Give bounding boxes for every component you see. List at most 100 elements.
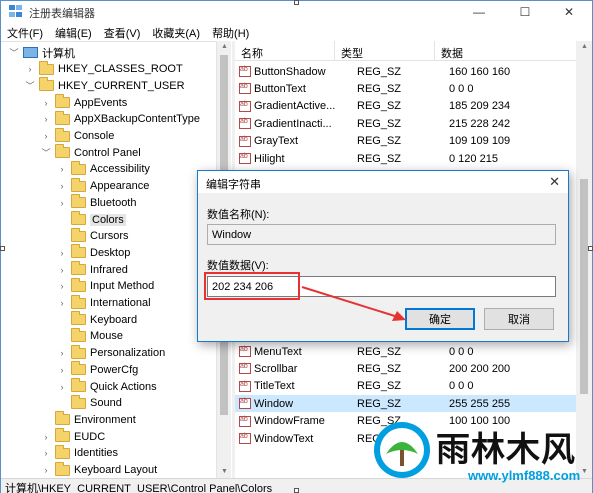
value-name: Scrollbar: [254, 362, 298, 375]
tree-item[interactable]: › PowerCfg: [57, 361, 138, 378]
tree-item[interactable]: › International: [57, 294, 151, 312]
scroll-down-arrow-icon[interactable]: ▼: [217, 466, 232, 478]
tree-item[interactable]: › HKEY_CLASSES_ROOT: [25, 60, 183, 78]
maximize-button[interactable]: ☐: [502, 1, 548, 23]
chevron-right-icon[interactable]: ›: [57, 198, 67, 208]
value-row[interactable]: Scrollbar REG_SZ 200 200 200: [235, 360, 576, 377]
chevron-right-icon[interactable]: ›: [41, 114, 51, 124]
chevron-right-icon[interactable]: ›: [41, 432, 51, 442]
column-type-header[interactable]: 类型: [335, 41, 435, 60]
tree-item-label: EUDC: [74, 430, 106, 443]
menu-view[interactable]: 查看(V): [98, 23, 147, 41]
folder-icon: [39, 77, 54, 92]
chevron-right-icon[interactable]: ›: [41, 465, 51, 475]
value-row[interactable]: ButtonShadow REG_SZ 160 160 160: [235, 63, 576, 80]
value-row[interactable]: GradientActive... REG_SZ 185 209 234: [235, 98, 576, 115]
value-row[interactable]: ButtonText REG_SZ 0 0 0: [235, 80, 576, 97]
tree-item-label: Console: [74, 130, 115, 142]
list-header: 名称 类型 数据: [235, 41, 576, 61]
chevron-right-icon[interactable]: ›: [57, 281, 67, 291]
string-value-icon: [239, 153, 251, 164]
tree-item-label: AppEvents: [74, 96, 128, 109]
chevron-right-icon[interactable]: ›: [57, 181, 67, 191]
tree-item[interactable]: › Personalization: [57, 344, 165, 362]
chevron-right-icon[interactable]: ›: [41, 131, 51, 141]
tree-item[interactable]: Environment: [41, 411, 136, 428]
chevron-down-icon[interactable]: ﹀: [41, 148, 51, 158]
value-name: GrayText: [254, 135, 299, 148]
chevron-right-icon[interactable]: ›: [57, 298, 67, 308]
chevron-down-icon[interactable]: ﹀: [9, 48, 19, 58]
tree-item[interactable]: › Identities: [41, 444, 118, 462]
folder-icon: [71, 261, 86, 276]
tree-item-label: 计算机: [42, 47, 75, 60]
tree-item[interactable]: Sound: [57, 394, 122, 412]
scroll-up-arrow-icon[interactable]: ▲: [217, 41, 232, 53]
chevron-right-icon[interactable]: ›: [57, 164, 67, 174]
tree-item[interactable]: › Input Method: [57, 277, 154, 295]
chevron-right-icon[interactable]: ›: [57, 248, 67, 258]
column-data-header[interactable]: 数据: [435, 41, 576, 60]
value-data: 0 0 0: [449, 345, 474, 358]
ok-button[interactable]: 确定: [405, 308, 475, 330]
tree-item[interactable]: › Quick Actions: [57, 378, 157, 395]
value-row[interactable]: TitleText REG_SZ 0 0 0: [235, 378, 576, 395]
tree-item[interactable]: Colors: [57, 211, 126, 228]
value-row[interactable]: MenuText REG_SZ 0 0 0: [235, 343, 576, 360]
chevron-down-icon[interactable]: ﹀: [25, 81, 35, 91]
dialog-close-icon[interactable]: ✕: [549, 174, 560, 190]
cancel-button[interactable]: 取消: [484, 308, 554, 330]
tree-item[interactable]: › Bluetooth: [57, 194, 136, 211]
tree-item-label: Colors: [90, 213, 126, 226]
tree-item[interactable]: › Infrared: [57, 261, 128, 278]
menu-help[interactable]: 帮助(H): [206, 23, 255, 41]
tree-item[interactable]: Mouse: [57, 327, 123, 345]
menu-edit[interactable]: 编辑(E): [49, 23, 98, 41]
tree-item[interactable]: › AppEvents: [41, 94, 127, 111]
tree-item[interactable]: ﹀ HKEY_CURRENT_USER: [25, 77, 185, 94]
folder-icon: [71, 244, 86, 259]
tree-item[interactable]: ﹀ 计算机: [9, 44, 75, 61]
tree-item[interactable]: › Desktop: [57, 244, 130, 261]
tree-item[interactable]: ﹀ Control Panel: [41, 144, 141, 161]
tree-item[interactable]: › Console: [41, 127, 115, 145]
value-name-field: [207, 224, 556, 245]
value-row[interactable]: GradientInacti... REG_SZ 215 228 242: [235, 115, 576, 132]
resize-handle[interactable]: [294, 0, 299, 5]
scroll-up-arrow-icon[interactable]: ▲: [577, 41, 592, 53]
tree-item[interactable]: › Keyboard Layout: [41, 461, 158, 479]
dialog-title: 编辑字符串: [206, 179, 261, 191]
value-data: 160 160 160: [449, 65, 511, 78]
tree-item-label: Keyboard Layout: [74, 464, 158, 476]
value-row[interactable]: Window REG_SZ 255 255 255: [235, 395, 576, 413]
value-row[interactable]: Hilight REG_SZ 0 120 215: [235, 150, 576, 167]
resize-handle[interactable]: [0, 246, 5, 251]
tree-item[interactable]: Cursors: [57, 227, 129, 245]
list-scrollbar[interactable]: ▲ ▼: [576, 41, 592, 478]
close-button[interactable]: ✕: [546, 1, 592, 23]
folder-icon: [71, 160, 86, 175]
tree-item[interactable]: › EUDC: [41, 428, 105, 445]
chevron-right-icon[interactable]: ›: [57, 365, 67, 375]
chevron-right-icon[interactable]: ›: [41, 448, 51, 458]
column-name-header[interactable]: 名称: [235, 41, 335, 60]
tree-item[interactable]: › AppXBackupContentType: [41, 110, 200, 128]
chevron-right-icon[interactable]: ›: [41, 98, 51, 108]
tree-item[interactable]: › Accessibility: [57, 160, 150, 178]
tree-item[interactable]: › Appearance: [57, 177, 149, 195]
watermark-url: www.ylmf888.com: [468, 468, 581, 483]
resize-handle[interactable]: [588, 246, 593, 251]
value-row[interactable]: GrayText REG_SZ 109 109 109: [235, 133, 576, 150]
chevron-right-icon[interactable]: ›: [57, 265, 67, 275]
minimize-button[interactable]: —: [456, 1, 502, 23]
folder-icon: [55, 428, 70, 443]
menu-favorites[interactable]: 收藏夹(A): [146, 23, 206, 41]
menu-file[interactable]: 文件(F): [1, 23, 49, 41]
list-scroll-thumb[interactable]: [580, 179, 588, 394]
chevron-right-icon[interactable]: ›: [57, 382, 67, 392]
chevron-right-icon[interactable]: ›: [25, 64, 35, 74]
chevron-right-icon[interactable]: ›: [57, 348, 67, 358]
tree-item[interactable]: Keyboard: [57, 311, 137, 328]
resize-handle[interactable]: [294, 488, 299, 493]
tree-item-label: AppXBackupContentType: [74, 113, 200, 126]
